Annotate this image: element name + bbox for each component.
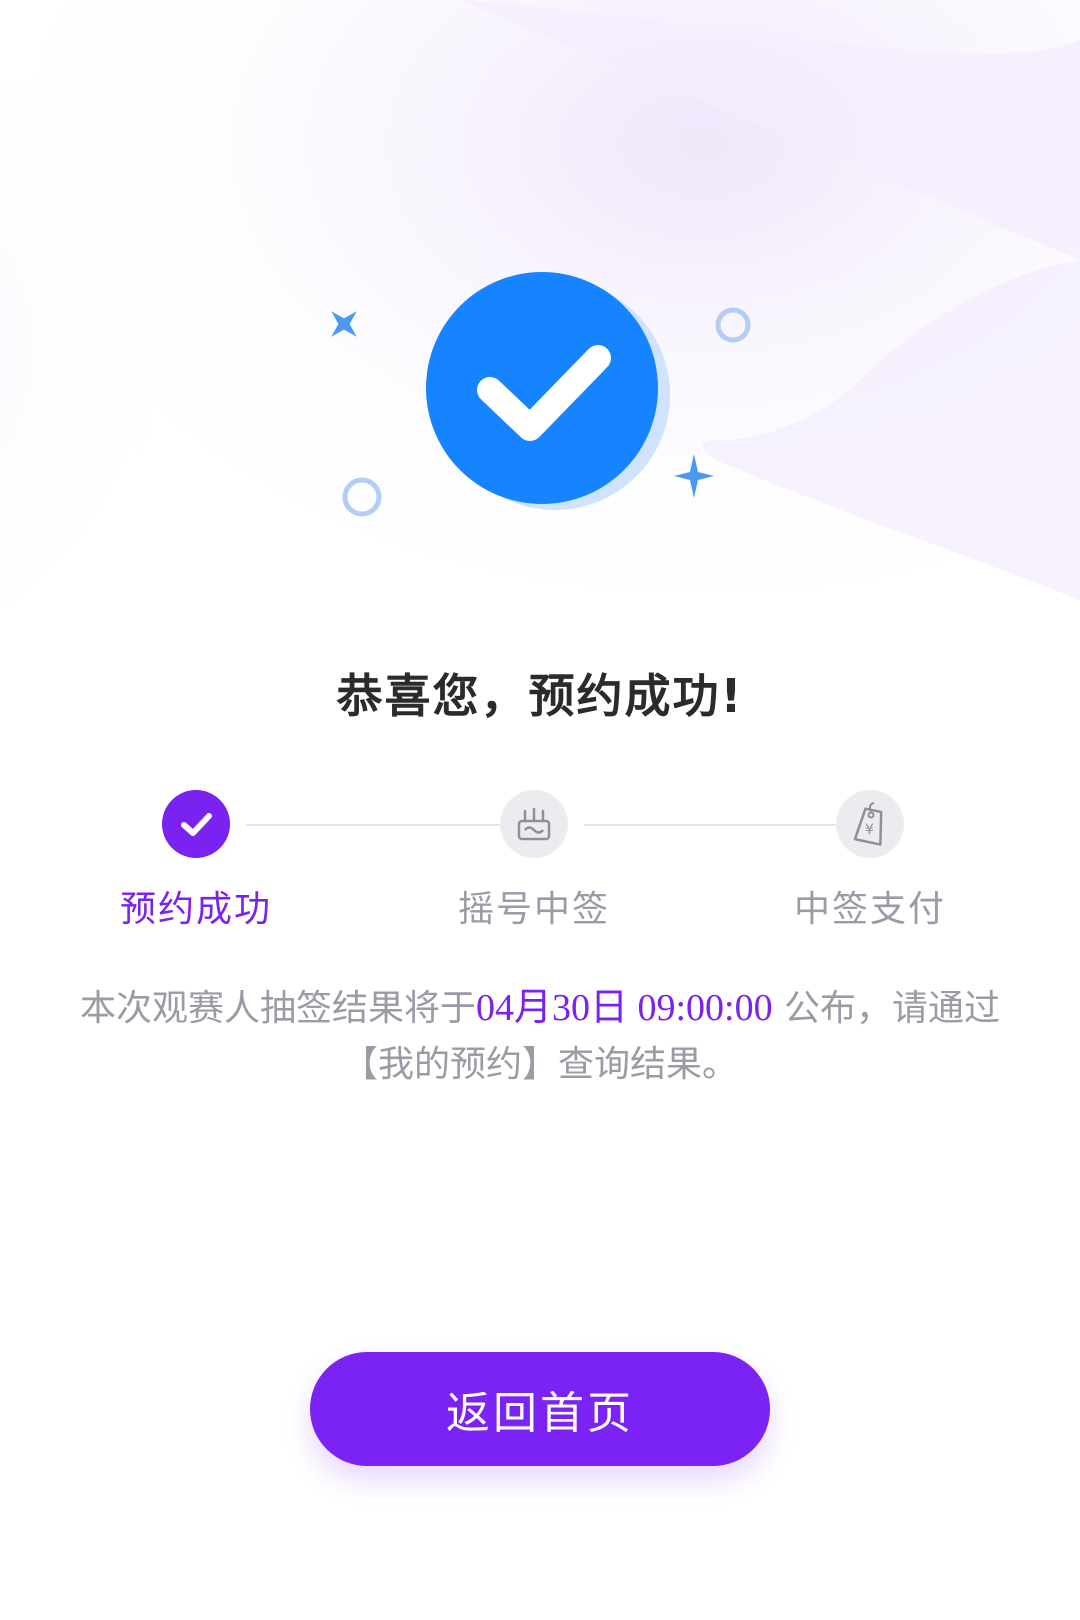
back-home-button[interactable]: 返回首页 xyxy=(310,1352,770,1466)
notice-prefix: 本次观赛人抽签结果将于 xyxy=(79,988,476,1029)
lottery-box-icon xyxy=(500,790,568,858)
step-lottery: 摇号中签 xyxy=(434,790,634,932)
check-icon xyxy=(162,790,230,858)
sparkle-icon xyxy=(331,311,357,337)
result-notice: 本次观赛人抽签结果将于04月30日 09:00:00 公布，请通过【我的预约】查… xyxy=(60,980,1020,1093)
success-title: 恭喜您，预约成功! xyxy=(336,669,744,723)
svg-text:¥: ¥ xyxy=(865,822,874,838)
sparkle-icon xyxy=(674,454,714,498)
step-reserved: 预约成功 xyxy=(96,790,296,932)
announce-datetime: 04月30日 09:00:00 xyxy=(475,987,773,1029)
step-payment: ¥ 中签支付 xyxy=(770,790,970,932)
check-circle-icon xyxy=(331,272,751,517)
success-illustration xyxy=(0,0,1080,620)
step-label: 摇号中签 xyxy=(457,889,610,930)
ring-icon xyxy=(342,477,382,517)
price-tag-icon: ¥ xyxy=(836,790,904,858)
ring-icon xyxy=(715,307,751,343)
step-label: 预约成功 xyxy=(119,889,272,930)
progress-steps: 预约成功 摇号中签 ¥ 中签支付 xyxy=(0,790,1080,930)
step-label: 中签支付 xyxy=(793,889,946,930)
